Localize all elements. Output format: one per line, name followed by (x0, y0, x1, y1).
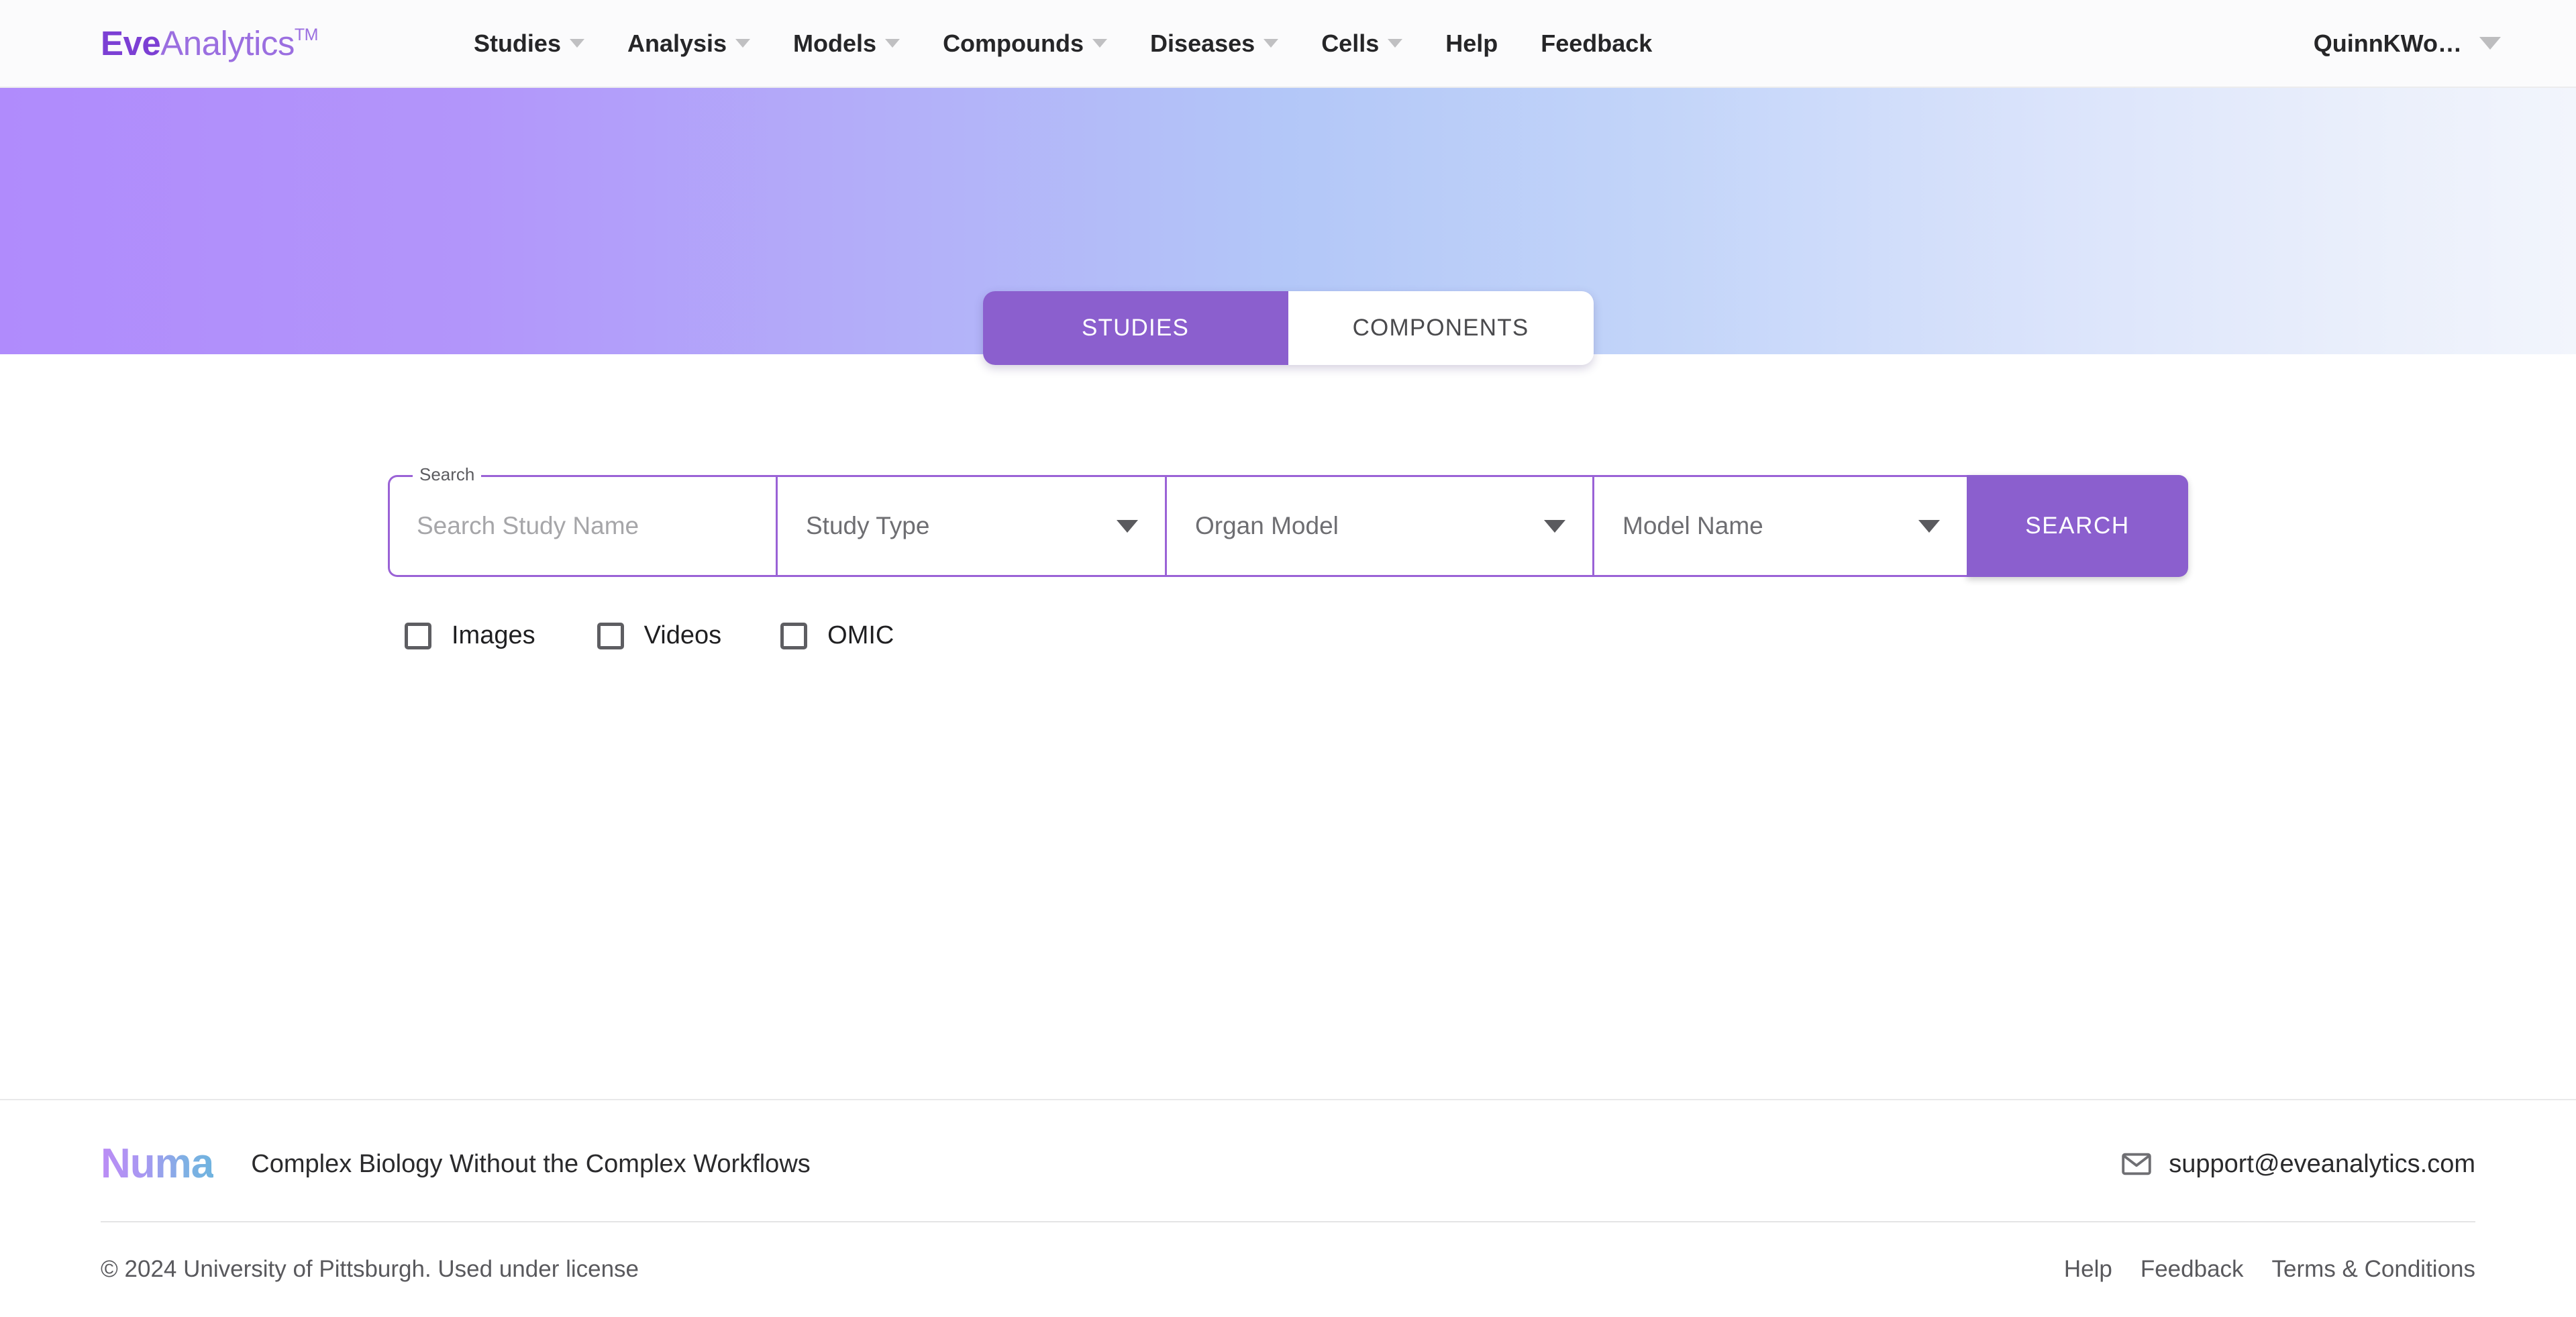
checkbox-box-icon[interactable] (780, 622, 808, 649)
checkbox-videos[interactable]: Videos (582, 615, 738, 657)
checkbox-omic[interactable]: OMIC (766, 615, 910, 657)
mail-icon (2122, 1153, 2151, 1175)
model-name-select[interactable]: Model Name (1592, 475, 1967, 577)
main-content: Search Study Type Organ Model Model Name (0, 354, 2576, 1099)
support-email-link[interactable]: support@eveanalytics.com (2122, 1150, 2475, 1179)
checkbox-label: OMIC (827, 621, 894, 649)
tab-label: COMPONENTS (1352, 315, 1529, 341)
media-filter-checkboxes: Images Videos OMIC (390, 615, 2576, 657)
page-footer: Numa Complex Biology Without the Complex… (0, 1099, 2576, 1317)
footer-link-help[interactable]: Help (2036, 1256, 2112, 1283)
app-root: Eve Analytics TM Studies Analysis Models C… (0, 0, 2576, 1317)
checkbox-label: Images (452, 621, 535, 649)
nav-item-diseases[interactable]: Diseases (1129, 30, 1300, 58)
footer-copyright: © 2024 University of Pittsburgh. Used un… (101, 1256, 639, 1282)
checkbox-box-icon[interactable] (405, 622, 431, 649)
chevron-down-icon (2479, 37, 2501, 50)
nav-item-feedback[interactable]: Feedback (1519, 30, 1673, 58)
nav-item-label: Models (793, 29, 877, 57)
model-name-select-value: Model Name (1622, 512, 1763, 539)
brand-logo[interactable]: Eve Analytics TM (101, 23, 318, 63)
brand-primary-text: Eve (101, 24, 161, 62)
search-input[interactable] (417, 512, 749, 540)
user-account-menu[interactable]: QuinnKWo… (2314, 30, 2533, 58)
nav-item-label: Analysis (627, 29, 727, 57)
tab-switcher: STUDIES COMPONENTS (982, 291, 1594, 365)
top-navigation-bar: Eve Analytics TM Studies Analysis Models C… (0, 0, 2576, 88)
tab-studies[interactable]: STUDIES (982, 291, 1288, 365)
nav-item-help[interactable]: Help (1424, 30, 1519, 58)
brand-trademark-text: TM (294, 25, 319, 44)
nav-item-label: Feedback (1541, 29, 1653, 57)
chevron-down-icon (1388, 39, 1403, 48)
dropdown-arrow-icon (1918, 519, 1940, 533)
numa-logo: Numa (101, 1141, 214, 1187)
chevron-down-icon (569, 39, 584, 48)
nav-item-label: Studies (473, 29, 561, 57)
footer-link-feedback[interactable]: Feedback (2112, 1256, 2244, 1283)
nav-item-label: Compounds (943, 29, 1084, 57)
footer-tagline: Complex Biology Without the Complex Work… (251, 1149, 811, 1178)
nav-item-analysis[interactable]: Analysis (606, 30, 772, 58)
footer-link-terms[interactable]: Terms & Conditions (2244, 1256, 2475, 1283)
nav-item-cells[interactable]: Cells (1300, 30, 1424, 58)
footer-links: Help Feedback Terms & Conditions (2036, 1256, 2475, 1283)
nav-item-compounds[interactable]: Compounds (921, 30, 1129, 58)
chevron-down-icon (1264, 39, 1279, 48)
nav-item-models[interactable]: Models (772, 30, 921, 58)
nav-item-studies[interactable]: Studies (452, 30, 606, 58)
study-type-select[interactable]: Study Type (776, 475, 1165, 577)
search-button[interactable]: SEARCH (1967, 475, 2188, 577)
checkbox-box-icon[interactable] (597, 622, 624, 649)
user-account-label: QuinnKWo… (2313, 29, 2462, 57)
footer-top-row: Numa Complex Biology Without the Complex… (101, 1100, 2475, 1221)
chevron-down-icon (1092, 39, 1108, 48)
nav-item-label: Help (1445, 29, 1498, 57)
brand-secondary-text: Analytics (160, 24, 295, 62)
nav-item-label: Diseases (1150, 29, 1255, 57)
search-study-name-field[interactable]: Search (388, 466, 776, 577)
study-type-select-value: Study Type (806, 512, 930, 539)
search-button-label: SEARCH (2025, 513, 2130, 539)
dropdown-arrow-icon (1117, 519, 1138, 533)
study-search-panel: Search Study Type Organ Model Model Name (0, 354, 2576, 657)
chevron-down-icon (735, 39, 751, 48)
main-nav-items: Studies Analysis Models Compounds Diseas… (452, 30, 1673, 58)
organ-model-select[interactable]: Organ Model (1165, 475, 1592, 577)
tab-components[interactable]: COMPONENTS (1288, 291, 1594, 365)
footer-bottom-row: © 2024 University of Pittsburgh. Used un… (101, 1222, 2475, 1316)
search-bar-row: Search Study Type Organ Model Model Name (388, 466, 2188, 577)
search-field-legend: Search (413, 466, 482, 483)
checkbox-images[interactable]: Images (390, 615, 552, 657)
chevron-down-icon (885, 39, 900, 48)
dropdown-arrow-icon (1544, 519, 1565, 533)
organ-model-select-value: Organ Model (1195, 512, 1339, 539)
support-email-text: support@eveanalytics.com (2169, 1149, 2475, 1178)
nav-item-label: Cells (1321, 29, 1380, 57)
checkbox-label: Videos (643, 621, 722, 649)
tab-label: STUDIES (1081, 315, 1190, 341)
